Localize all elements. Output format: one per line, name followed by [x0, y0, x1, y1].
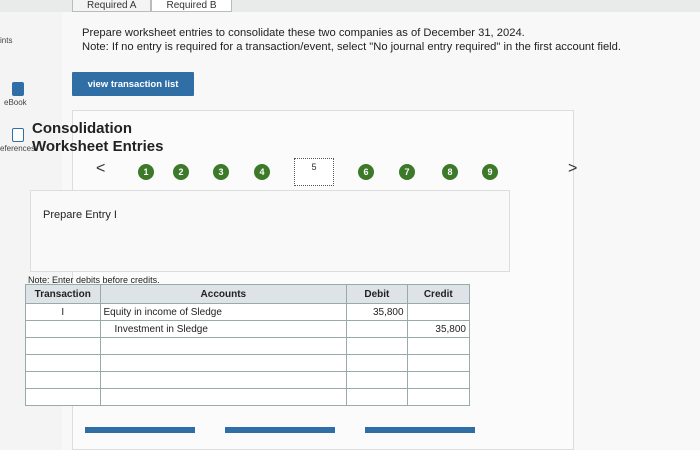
rail-ebook-label[interactable]: eBook — [4, 98, 27, 107]
debit-field[interactable] — [346, 371, 408, 389]
credit-field[interactable] — [406, 371, 471, 389]
account-field[interactable] — [99, 371, 348, 389]
step-navigation: < 1 2 3 4 5 6 7 8 9 > — [36, 158, 577, 188]
references-icon[interactable] — [12, 128, 24, 142]
page-title: Consolidation Worksheet Entries — [32, 120, 163, 156]
table-row — [25, 337, 471, 355]
instructions: Prepare worksheet entries to consolidate… — [82, 26, 682, 54]
title-line-1: Consolidation — [32, 120, 132, 137]
required-tabs: Required A Required B — [72, 0, 232, 12]
step-7[interactable]: 7 — [399, 164, 415, 180]
account-field[interactable] — [99, 354, 348, 372]
debit-field[interactable] — [346, 388, 408, 406]
view-transaction-list-button[interactable]: view transaction list — [72, 72, 194, 96]
step-5-current[interactable]: 5 — [294, 158, 334, 186]
cell-transaction — [25, 354, 101, 372]
cell-transaction — [25, 388, 101, 406]
instruction-text: Prepare worksheet entries to consolidate… — [82, 27, 525, 39]
credit-field[interactable] — [406, 354, 471, 372]
debit-field[interactable] — [346, 320, 408, 338]
title-line-2: Worksheet Entries — [32, 138, 164, 155]
instruction-note: Note: If no entry is required for a tran… — [82, 41, 621, 53]
header-credit: Credit — [406, 284, 471, 304]
header-accounts: Accounts — [99, 284, 348, 304]
account-field[interactable] — [99, 337, 348, 355]
step-4[interactable]: 4 — [254, 164, 270, 180]
credit-field[interactable] — [406, 388, 471, 406]
step-3[interactable]: 3 — [213, 164, 229, 180]
credit-field[interactable] — [406, 303, 471, 321]
header-debit: Debit — [346, 284, 408, 304]
table-row — [25, 388, 471, 406]
ebook-icon[interactable] — [12, 82, 24, 96]
debit-field[interactable] — [346, 354, 408, 372]
step-1[interactable]: 1 — [138, 164, 154, 180]
rail-references-label[interactable]: eferences — [0, 144, 35, 153]
step-9[interactable]: 9 — [482, 164, 498, 180]
account-field[interactable]: Investment in Sledge — [99, 320, 348, 338]
cell-transaction — [25, 337, 101, 355]
tab-required-a[interactable]: Required A — [72, 0, 152, 12]
cell-transaction — [25, 320, 101, 338]
debit-field[interactable]: 35,800 — [346, 303, 408, 321]
table-row: Investment in Sledge 35,800 — [25, 320, 471, 338]
header-transaction: Transaction — [25, 284, 101, 304]
rail-points-label: ints — [0, 36, 13, 45]
account-field[interactable] — [99, 388, 348, 406]
step-8[interactable]: 8 — [442, 164, 458, 180]
prev-arrow-icon[interactable]: < — [96, 160, 105, 178]
credit-field[interactable]: 35,800 — [406, 320, 471, 338]
step-6[interactable]: 6 — [358, 164, 374, 180]
journal-table: Transaction Accounts Debit Credit I Equi… — [25, 284, 471, 406]
table-row — [25, 354, 471, 372]
action-button-3[interactable] — [365, 427, 475, 433]
action-button-1[interactable] — [85, 427, 195, 433]
debit-field[interactable] — [346, 337, 408, 355]
credit-field[interactable] — [406, 337, 471, 355]
step-2[interactable]: 2 — [173, 164, 189, 180]
entry-label: Prepare Entry I — [43, 209, 117, 221]
next-arrow-icon[interactable]: > — [568, 160, 577, 178]
table-row: I Equity in income of Sledge 35,800 — [25, 303, 471, 321]
action-button-2[interactable] — [225, 427, 335, 433]
table-row — [25, 371, 471, 389]
entry-box: Prepare Entry I — [30, 190, 510, 272]
cell-transaction: I — [25, 303, 101, 321]
cell-transaction — [25, 371, 101, 389]
account-field[interactable]: Equity in income of Sledge — [99, 303, 348, 321]
tab-required-b[interactable]: Required B — [151, 0, 232, 12]
